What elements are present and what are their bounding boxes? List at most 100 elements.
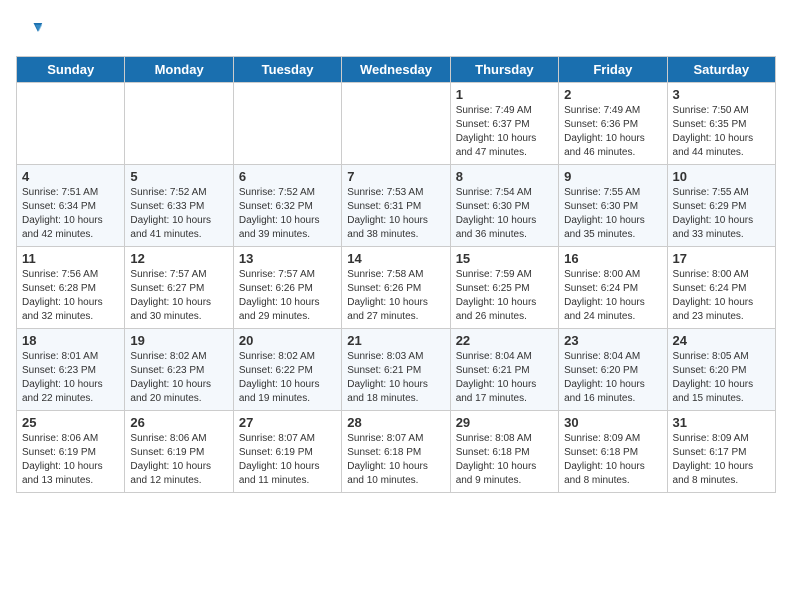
- date-number: 7: [347, 169, 444, 184]
- date-number: 17: [673, 251, 770, 266]
- calendar-week-1: 1 Sunrise: 7:49 AMSunset: 6:37 PMDaylight…: [17, 83, 776, 165]
- cell-content: Sunrise: 7:58 AMSunset: 6:26 PMDaylight:…: [347, 268, 444, 324]
- cell-content: Sunrise: 8:03 AMSunset: 6:21 PMDaylight:…: [347, 350, 444, 406]
- cell-content: Sunrise: 7:54 AMSunset: 6:30 PMDaylight:…: [456, 186, 553, 242]
- date-number: 21: [347, 333, 444, 348]
- calendar-cell: 25 Sunrise: 8:06 AMSunset: 6:19 PMDayligh…: [17, 411, 125, 493]
- cell-content: Sunrise: 7:49 AMSunset: 6:37 PMDaylight:…: [456, 104, 553, 160]
- weekday-header-sunday: Sunday: [17, 57, 125, 83]
- cell-content: Sunrise: 8:06 AMSunset: 6:19 PMDaylight:…: [130, 432, 227, 488]
- date-number: 16: [564, 251, 661, 266]
- weekday-header-wednesday: Wednesday: [342, 57, 450, 83]
- date-number: 29: [456, 415, 553, 430]
- calendar-cell: 6 Sunrise: 7:52 AMSunset: 6:32 PMDaylight…: [233, 165, 341, 247]
- calendar-cell: 1 Sunrise: 7:49 AMSunset: 6:37 PMDaylight…: [450, 83, 558, 165]
- calendar-cell: 31 Sunrise: 8:09 AMSunset: 6:17 PMDayligh…: [667, 411, 775, 493]
- date-number: 28: [347, 415, 444, 430]
- calendar-cell: [125, 83, 233, 165]
- cell-content: Sunrise: 8:04 AMSunset: 6:20 PMDaylight:…: [564, 350, 661, 406]
- date-number: 26: [130, 415, 227, 430]
- cell-content: Sunrise: 7:55 AMSunset: 6:30 PMDaylight:…: [564, 186, 661, 242]
- date-number: 20: [239, 333, 336, 348]
- header: [16, 16, 776, 44]
- calendar-cell: 7 Sunrise: 7:53 AMSunset: 6:31 PMDaylight…: [342, 165, 450, 247]
- calendar-cell: 17 Sunrise: 8:00 AMSunset: 6:24 PMDayligh…: [667, 247, 775, 329]
- calendar-cell: 26 Sunrise: 8:06 AMSunset: 6:19 PMDayligh…: [125, 411, 233, 493]
- cell-content: Sunrise: 8:09 AMSunset: 6:18 PMDaylight:…: [564, 432, 661, 488]
- date-number: 11: [22, 251, 119, 266]
- calendar-cell: 21 Sunrise: 8:03 AMSunset: 6:21 PMDayligh…: [342, 329, 450, 411]
- calendar-cell: 19 Sunrise: 8:02 AMSunset: 6:23 PMDayligh…: [125, 329, 233, 411]
- weekday-header-saturday: Saturday: [667, 57, 775, 83]
- date-number: 10: [673, 169, 770, 184]
- date-number: 3: [673, 87, 770, 102]
- cell-content: Sunrise: 8:05 AMSunset: 6:20 PMDaylight:…: [673, 350, 770, 406]
- cell-content: Sunrise: 7:52 AMSunset: 6:33 PMDaylight:…: [130, 186, 227, 242]
- date-number: 6: [239, 169, 336, 184]
- cell-content: Sunrise: 8:00 AMSunset: 6:24 PMDaylight:…: [673, 268, 770, 324]
- cell-content: Sunrise: 7:53 AMSunset: 6:31 PMDaylight:…: [347, 186, 444, 242]
- weekday-header-friday: Friday: [559, 57, 667, 83]
- calendar-cell: 28 Sunrise: 8:07 AMSunset: 6:18 PMDayligh…: [342, 411, 450, 493]
- cell-content: Sunrise: 7:57 AMSunset: 6:26 PMDaylight:…: [239, 268, 336, 324]
- calendar-cell: [342, 83, 450, 165]
- cell-content: Sunrise: 8:09 AMSunset: 6:17 PMDaylight:…: [673, 432, 770, 488]
- date-number: 2: [564, 87, 661, 102]
- weekday-header-monday: Monday: [125, 57, 233, 83]
- date-number: 8: [456, 169, 553, 184]
- date-number: 15: [456, 251, 553, 266]
- calendar-cell: 8 Sunrise: 7:54 AMSunset: 6:30 PMDaylight…: [450, 165, 558, 247]
- logo: [16, 16, 48, 44]
- calendar-cell: 16 Sunrise: 8:00 AMSunset: 6:24 PMDayligh…: [559, 247, 667, 329]
- cell-content: Sunrise: 8:04 AMSunset: 6:21 PMDaylight:…: [456, 350, 553, 406]
- date-number: 25: [22, 415, 119, 430]
- calendar-cell: [17, 83, 125, 165]
- weekday-header-thursday: Thursday: [450, 57, 558, 83]
- calendar-cell: 15 Sunrise: 7:59 AMSunset: 6:25 PMDayligh…: [450, 247, 558, 329]
- calendar-cell: 20 Sunrise: 8:02 AMSunset: 6:22 PMDayligh…: [233, 329, 341, 411]
- weekday-header-row: SundayMondayTuesdayWednesdayThursdayFrid…: [17, 57, 776, 83]
- date-number: 18: [22, 333, 119, 348]
- date-number: 5: [130, 169, 227, 184]
- cell-content: Sunrise: 8:00 AMSunset: 6:24 PMDaylight:…: [564, 268, 661, 324]
- cell-content: Sunrise: 8:08 AMSunset: 6:18 PMDaylight:…: [456, 432, 553, 488]
- cell-content: Sunrise: 8:06 AMSunset: 6:19 PMDaylight:…: [22, 432, 119, 488]
- calendar-cell: 5 Sunrise: 7:52 AMSunset: 6:33 PMDaylight…: [125, 165, 233, 247]
- calendar-cell: 10 Sunrise: 7:55 AMSunset: 6:29 PMDayligh…: [667, 165, 775, 247]
- logo-icon: [16, 16, 44, 44]
- date-number: 31: [673, 415, 770, 430]
- calendar-cell: [233, 83, 341, 165]
- cell-content: Sunrise: 7:51 AMSunset: 6:34 PMDaylight:…: [22, 186, 119, 242]
- cell-content: Sunrise: 8:01 AMSunset: 6:23 PMDaylight:…: [22, 350, 119, 406]
- weekday-header-tuesday: Tuesday: [233, 57, 341, 83]
- cell-content: Sunrise: 8:07 AMSunset: 6:18 PMDaylight:…: [347, 432, 444, 488]
- date-number: 19: [130, 333, 227, 348]
- date-number: 12: [130, 251, 227, 266]
- calendar-cell: 14Sunrise: 7:58 AMSunset: 6:26 PMDayligh…: [342, 247, 450, 329]
- calendar-cell: 9 Sunrise: 7:55 AMSunset: 6:30 PMDaylight…: [559, 165, 667, 247]
- calendar-cell: 2 Sunrise: 7:49 AMSunset: 6:36 PMDaylight…: [559, 83, 667, 165]
- cell-content: Sunrise: 7:52 AMSunset: 6:32 PMDaylight:…: [239, 186, 336, 242]
- calendar-week-2: 4Sunrise: 7:51 AMSunset: 6:34 PMDaylight…: [17, 165, 776, 247]
- cell-content: Sunrise: 7:56 AMSunset: 6:28 PMDaylight:…: [22, 268, 119, 324]
- calendar-week-3: 11 Sunrise: 7:56 AMSunset: 6:28 PMDayligh…: [17, 247, 776, 329]
- date-number: 1: [456, 87, 553, 102]
- calendar-cell: 11 Sunrise: 7:56 AMSunset: 6:28 PMDayligh…: [17, 247, 125, 329]
- date-number: 30: [564, 415, 661, 430]
- cell-content: Sunrise: 7:55 AMSunset: 6:29 PMDaylight:…: [673, 186, 770, 242]
- cell-content: Sunrise: 7:59 AMSunset: 6:25 PMDaylight:…: [456, 268, 553, 324]
- calendar-cell: 30 Sunrise: 8:09 AMSunset: 6:18 PMDayligh…: [559, 411, 667, 493]
- date-number: 13: [239, 251, 336, 266]
- date-number: 27: [239, 415, 336, 430]
- date-number: 23: [564, 333, 661, 348]
- cell-content: Sunrise: 8:02 AMSunset: 6:22 PMDaylight:…: [239, 350, 336, 406]
- cell-content: Sunrise: 7:49 AMSunset: 6:36 PMDaylight:…: [564, 104, 661, 160]
- calendar-cell: 24Sunrise: 8:05 AMSunset: 6:20 PMDayligh…: [667, 329, 775, 411]
- calendar-cell: 13 Sunrise: 7:57 AMSunset: 6:26 PMDayligh…: [233, 247, 341, 329]
- calendar-cell: 12Sunrise: 7:57 AMSunset: 6:27 PMDayligh…: [125, 247, 233, 329]
- cell-content: Sunrise: 8:07 AMSunset: 6:19 PMDaylight:…: [239, 432, 336, 488]
- date-number: 9: [564, 169, 661, 184]
- calendar-cell: 22Sunrise: 8:04 AMSunset: 6:21 PMDayligh…: [450, 329, 558, 411]
- calendar-cell: 18 Sunrise: 8:01 AMSunset: 6:23 PMDayligh…: [17, 329, 125, 411]
- cell-content: Sunrise: 8:02 AMSunset: 6:23 PMDaylight:…: [130, 350, 227, 406]
